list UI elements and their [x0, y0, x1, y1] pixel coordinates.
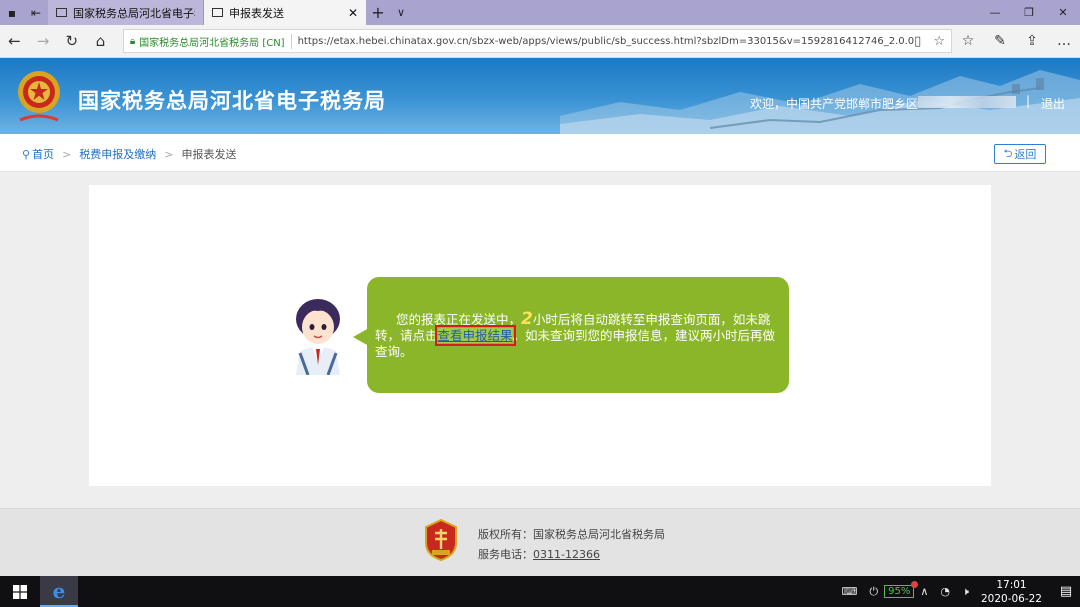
page-icon	[56, 8, 67, 17]
breadcrumb-tax-declaration[interactable]: 税费申报及缴纳	[79, 146, 156, 162]
reading-view-icon[interactable]: ▯	[914, 34, 921, 49]
browser-tab-bar: ▪ ⇤ 国家税务总局河北省电子税 申报表发送 ✕ + ∨ — ❐ ✕	[0, 0, 1080, 25]
close-window-icon[interactable]: ✕	[1046, 0, 1080, 25]
tax-emblem-logo	[18, 71, 60, 122]
breadcrumb-separator: >	[164, 147, 174, 161]
favorite-star-icon[interactable]: ☆	[933, 34, 945, 49]
restore-icon[interactable]: ❐	[1012, 0, 1046, 25]
address-bar: ← → ↻ ⌂ 🔒︎ 国家税务总局河北省税务局 [CN] https://eta…	[0, 25, 1080, 58]
return-button[interactable]: ⮌ 返回	[994, 144, 1046, 164]
tab-title: 国家税务总局河北省电子税	[73, 6, 195, 20]
page-icon	[212, 8, 223, 17]
power-plug-icon[interactable]: ⏻	[869, 585, 878, 599]
clock-date: 2020-06-22	[980, 592, 1042, 605]
breadcrumb: ⚲ 首页 > 税费申报及缴纳 > 申报表发送	[22, 146, 237, 162]
back-arrow-icon[interactable]: ←	[0, 25, 29, 58]
start-windows-icon[interactable]	[0, 576, 40, 607]
breadcrumb-separator: >	[62, 147, 72, 161]
close-tab-icon[interactable]: ✕	[348, 6, 358, 20]
view-result-link[interactable]: 查看申报结果	[434, 325, 516, 346]
message-part-1: 您的报表正在发送中，	[396, 312, 522, 327]
status-message: 您的报表正在发送中，2小时后将自动跳转至申报查询页面，如未跳转，请点击查看申报结…	[375, 311, 781, 360]
site-header: 国家税务总局河北省电子税务局 欢迎，中国共产党邯郸市肥乡区 | 退出	[0, 58, 1080, 134]
minimize-icon[interactable]: —	[978, 0, 1012, 25]
content-panel: 您的报表正在发送中，2小时后将自动跳转至申报查询页面，如未跳转，请点击查看申报结…	[89, 185, 991, 486]
forward-arrow-icon[interactable]: →	[29, 25, 58, 58]
windows-taskbar: e ⌨ ⏻ 95% ∧ ◔ 🕨︎ 17:01 2020-06-22 ▤	[0, 576, 1080, 607]
refresh-icon[interactable]: ↻	[57, 25, 86, 58]
status-speech-bubble: 您的报表正在发送中，2小时后将自动跳转至申报查询页面，如未跳转，请点击查看申报结…	[367, 277, 789, 393]
battery-indicator[interactable]: 95%	[884, 581, 919, 598]
new-tab-button[interactable]: +	[366, 0, 390, 25]
welcome-text: 欢迎，中国共产党邯郸市肥乡区	[750, 97, 919, 111]
footer-info: 版权所有：国家税务总局河北省税务局 服务电话：0311-12366	[478, 525, 665, 565]
volume-muted-icon[interactable]: 🕨︎	[962, 585, 969, 599]
location-pin-icon: ⚲	[22, 147, 31, 161]
url-actions: ▯ ☆	[914, 34, 945, 49]
clock-time: 17:01	[996, 578, 1027, 591]
pen-icon[interactable]: ✎	[984, 33, 1016, 49]
battery-alert-dot	[911, 581, 919, 588]
header-separator: |	[1026, 94, 1031, 108]
return-arrow-icon: ⮌	[1003, 146, 1013, 160]
notification-center-icon[interactable]: ▤	[1052, 584, 1080, 599]
countdown-hours: 2	[521, 309, 533, 329]
tab-list-chevron-icon[interactable]: ∨	[390, 0, 412, 25]
tab-title: 申报表发送	[229, 6, 284, 20]
system-tray: ⌨ ⏻ 95% ∧ ◔ 🕨︎ 17:01 2020-06-22 ▤	[836, 576, 1080, 607]
site-title: 国家税务总局河北省电子税务局	[78, 89, 386, 113]
logout-link[interactable]: 退出	[1041, 95, 1065, 112]
clock[interactable]: 17:01 2020-06-22	[981, 578, 1042, 606]
phone-link[interactable]: 0311-12366	[533, 548, 600, 561]
tax-officer-avatar	[296, 299, 340, 375]
tab-etax-home[interactable]: 国家税务总局河北省电子税	[48, 0, 204, 25]
tab-actions-icon[interactable]: ▪	[0, 0, 24, 25]
tab-declaration-send[interactable]: 申报表发送 ✕	[204, 0, 366, 25]
lock-icon: 🔒︎	[129, 35, 136, 47]
window-controls: — ❐ ✕	[978, 0, 1080, 25]
breadcrumb-bar: ⚲ 首页 > 税费申报及缴纳 > 申报表发送 ⮌ 返回	[0, 134, 1080, 172]
breadcrumb-home[interactable]: 首页	[32, 146, 54, 162]
share-icon[interactable]: ⇪	[1016, 33, 1048, 49]
copyright-text: 版权所有：国家税务总局河北省税务局	[478, 528, 665, 541]
home-icon[interactable]: ⌂	[86, 25, 115, 58]
browser-tools: ☆ ✎ ⇪ …	[952, 33, 1080, 49]
set-tabs-aside-icon[interactable]: ⇤	[24, 0, 48, 25]
windows-logo-icon	[13, 584, 27, 599]
more-icon[interactable]: …	[1048, 33, 1080, 49]
edge-browser-icon[interactable]: e	[40, 576, 78, 607]
return-button-label: 返回	[1014, 148, 1037, 161]
site-identity[interactable]: 国家税务总局河北省税务局 [CN]	[139, 33, 292, 49]
breadcrumb-current: 申报表发送	[181, 148, 237, 161]
service-phone: 服务电话：0311-12366	[478, 545, 665, 565]
battery-percent: 95%	[888, 586, 911, 597]
main-area: 您的报表正在发送中，2小时后将自动跳转至申报查询页面，如未跳转，请点击查看申报结…	[0, 172, 1080, 508]
tray-chevron-up-icon[interactable]: ∧	[920, 585, 928, 598]
url-field[interactable]: 🔒︎ 国家税务总局河北省税务局 [CN] https://etax.hebei.…	[122, 29, 952, 53]
phone-label: 服务电话：	[478, 548, 533, 561]
page-footer: 版权所有：国家税务总局河北省税务局 服务电话：0311-12366	[0, 508, 1080, 576]
redacted-username	[918, 96, 1016, 108]
party-badge-logo	[425, 519, 457, 561]
network-icon[interactable]: ◔	[940, 585, 950, 598]
input-method-icon[interactable]: ⌨	[842, 585, 858, 598]
url-text[interactable]: https://etax.hebei.chinatax.gov.cn/sbzx-…	[298, 36, 915, 47]
favorites-hub-icon[interactable]: ☆	[952, 33, 984, 49]
